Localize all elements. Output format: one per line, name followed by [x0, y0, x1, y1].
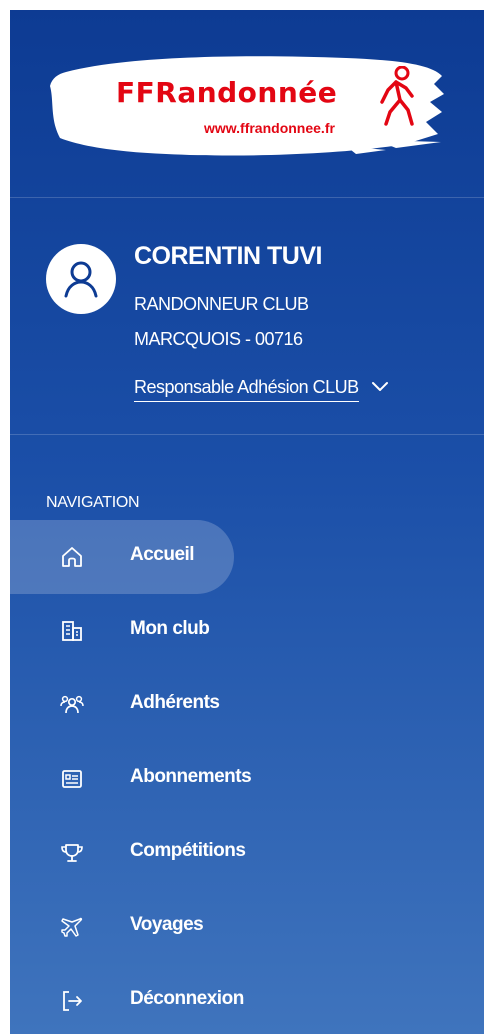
user-icon: [64, 261, 98, 298]
nav-item-abonnements[interactable]: Abonnements: [10, 742, 484, 816]
nav-item-competitions[interactable]: Compétitions: [10, 816, 484, 890]
building-icon: [62, 621, 82, 641]
subscription-card-icon: [62, 770, 82, 788]
role-label: Responsable Adhésion CLUB: [134, 377, 359, 402]
role-selector[interactable]: Responsable Adhésion CLUB: [134, 374, 389, 404]
logo-brand-text: FFRandonnée: [116, 76, 338, 109]
club-name-line1: RANDONNEUR CLUB: [134, 294, 309, 314]
user-name: CORENTIN TUVI: [134, 242, 322, 270]
nav-label-deconnexion: Déconnexion: [130, 988, 244, 1009]
users-icon: [60, 695, 84, 714]
nav-item-mon-club[interactable]: Mon club: [10, 594, 484, 668]
nav-heading: NAVIGATION: [46, 494, 140, 511]
logout-icon: [63, 991, 82, 1011]
nav-item-deconnexion[interactable]: Déconnexion: [10, 964, 484, 1034]
club-name-line2: MARCQUOIS - 00716: [134, 329, 303, 349]
trophy-icon: [61, 844, 83, 862]
user-profile: CORENTIN TUVI RANDONNEUR CLUB MARCQUOIS …: [10, 198, 484, 435]
nav-label-adherents: Adhérents: [130, 692, 220, 713]
hiker-icon: [380, 66, 414, 126]
sidebar: FFRandonnée www.ffrandonnee.fr CORENTIN …: [10, 10, 484, 1034]
nav-item-adherents[interactable]: Adhérents: [10, 668, 484, 742]
nav-label-voyages: Voyages: [130, 914, 204, 935]
nav-list: Accueil Mon club Adhérents Abonnements C…: [10, 520, 484, 1034]
nav-label-abonnements: Abonnements: [130, 766, 252, 787]
logo-area: FFRandonnée www.ffrandonnee.fr: [10, 10, 484, 198]
avatar: [46, 244, 116, 314]
nav-label-mon-club: Mon club: [130, 618, 210, 639]
airplane-icon: [61, 917, 83, 937]
nav-item-voyages[interactable]: Voyages: [10, 890, 484, 964]
nav-item-accueil[interactable]: Accueil: [10, 520, 484, 594]
chevron-down-icon[interactable]: [371, 381, 389, 393]
home-icon: [62, 547, 82, 567]
logo-url-text: www.ffrandonnee.fr: [204, 120, 335, 136]
nav-label-competitions: Compétitions: [130, 840, 246, 861]
nav-label-accueil: Accueil: [130, 544, 195, 565]
